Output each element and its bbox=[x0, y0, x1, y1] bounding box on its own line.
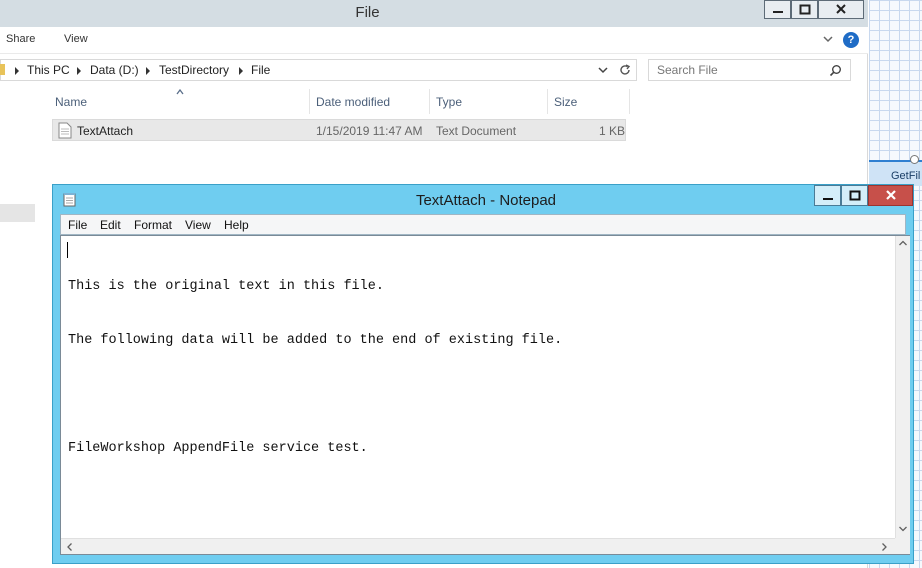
folder-icon bbox=[0, 64, 5, 75]
minimize-icon bbox=[822, 198, 833, 200]
horizontal-scrollbar[interactable] bbox=[61, 538, 895, 554]
explorer-maximize-button[interactable] bbox=[791, 0, 818, 19]
breadcrumb-separator-icon[interactable] bbox=[15, 67, 19, 75]
ribbon-tab-view[interactable]: View bbox=[64, 33, 88, 45]
chevron-down-icon[interactable] bbox=[598, 65, 608, 75]
workflow-node-label: GetFil bbox=[891, 170, 921, 182]
scrollbar-corner bbox=[895, 538, 910, 554]
text-line: This is the original text in this file. bbox=[68, 279, 384, 294]
search-input[interactable] bbox=[649, 60, 824, 80]
address-bar[interactable]: This PC Data (D:) TestDirectory File bbox=[0, 59, 637, 81]
file-type: Text Document bbox=[436, 124, 517, 138]
notepad-menubar: File Edit Format View Help bbox=[60, 214, 906, 235]
notepad-window: TextAttach - Notepad File Edit Format Vi… bbox=[52, 184, 914, 564]
explorer-titlebar[interactable]: File bbox=[0, 0, 868, 27]
breadcrumb-separator-icon[interactable] bbox=[239, 67, 243, 75]
breadcrumb-separator-icon[interactable] bbox=[77, 67, 81, 75]
scroll-down-icon[interactable] bbox=[896, 521, 910, 536]
notepad-close-button[interactable] bbox=[868, 185, 913, 206]
explorer-title: File bbox=[355, 4, 380, 21]
notepad-maximize-button[interactable] bbox=[841, 185, 868, 206]
breadcrumb-this-pc[interactable]: This PC bbox=[27, 63, 70, 77]
explorer-ribbon: Share View ? bbox=[0, 27, 868, 54]
vertical-scrollbar[interactable] bbox=[895, 236, 910, 538]
menu-file[interactable]: File bbox=[68, 218, 87, 232]
breadcrumb-data-drive[interactable]: Data (D:) bbox=[90, 63, 139, 77]
file-name: TextAttach bbox=[77, 124, 134, 138]
table-row[interactable]: TextAttach 1/15/2019 11:47 AM Text Docum… bbox=[52, 119, 626, 141]
refresh-icon[interactable] bbox=[618, 63, 632, 77]
breadcrumb-testdirectory[interactable]: TestDirectory bbox=[159, 63, 229, 77]
notepad-minimize-button[interactable] bbox=[814, 185, 841, 206]
menu-format[interactable]: Format bbox=[134, 218, 172, 232]
breadcrumb-separator-icon[interactable] bbox=[146, 67, 150, 75]
close-icon bbox=[885, 190, 896, 200]
breadcrumb-file[interactable]: File bbox=[251, 63, 270, 77]
notepad-text-area[interactable]: This is the original text in this file. … bbox=[60, 235, 910, 555]
column-header-type[interactable]: Type bbox=[430, 89, 548, 114]
scroll-up-icon[interactable] bbox=[896, 236, 910, 251]
chevron-down-icon[interactable] bbox=[822, 33, 834, 45]
document-text[interactable]: This is the original text in this file. … bbox=[68, 242, 562, 494]
notepad-title: TextAttach - Notepad bbox=[415, 192, 557, 209]
minimize-icon bbox=[772, 11, 783, 13]
search-icon[interactable] bbox=[829, 64, 842, 77]
file-date-modified: 1/15/2019 11:47 AM bbox=[316, 124, 423, 138]
close-icon bbox=[836, 4, 846, 14]
scroll-left-icon[interactable] bbox=[63, 540, 77, 554]
ribbon-tab-share[interactable]: Share bbox=[6, 33, 35, 45]
help-icon[interactable]: ? bbox=[843, 32, 859, 48]
menu-help[interactable]: Help bbox=[224, 218, 249, 232]
explorer-close-button[interactable] bbox=[818, 0, 864, 19]
column-header-name[interactable]: Name bbox=[49, 89, 310, 114]
node-connector-handle[interactable] bbox=[910, 155, 919, 164]
text-caret bbox=[67, 242, 68, 258]
explorer-minimize-button[interactable] bbox=[764, 0, 791, 19]
menu-edit[interactable]: Edit bbox=[100, 218, 121, 232]
scroll-right-icon[interactable] bbox=[877, 540, 891, 554]
menu-view[interactable]: View bbox=[185, 218, 211, 232]
text-file-icon bbox=[58, 122, 72, 139]
desktop: GetFil File Share View ? This PC Data (D… bbox=[0, 0, 922, 568]
file-size: 1 KB bbox=[599, 124, 626, 138]
notepad-titlebar[interactable]: TextAttach - Notepad bbox=[53, 185, 913, 215]
text-line: FileWorkshop AppendFile service test. bbox=[68, 441, 368, 456]
text-line: The following data will be added to the … bbox=[68, 333, 563, 348]
text-line bbox=[68, 386, 562, 404]
column-header-date-modified[interactable]: Date modified bbox=[310, 89, 430, 114]
maximize-icon bbox=[849, 190, 860, 201]
column-header-size[interactable]: Size bbox=[548, 89, 630, 114]
maximize-icon bbox=[799, 4, 810, 15]
search-box[interactable] bbox=[648, 59, 851, 81]
navigation-pane-selected-item[interactable] bbox=[0, 204, 35, 222]
